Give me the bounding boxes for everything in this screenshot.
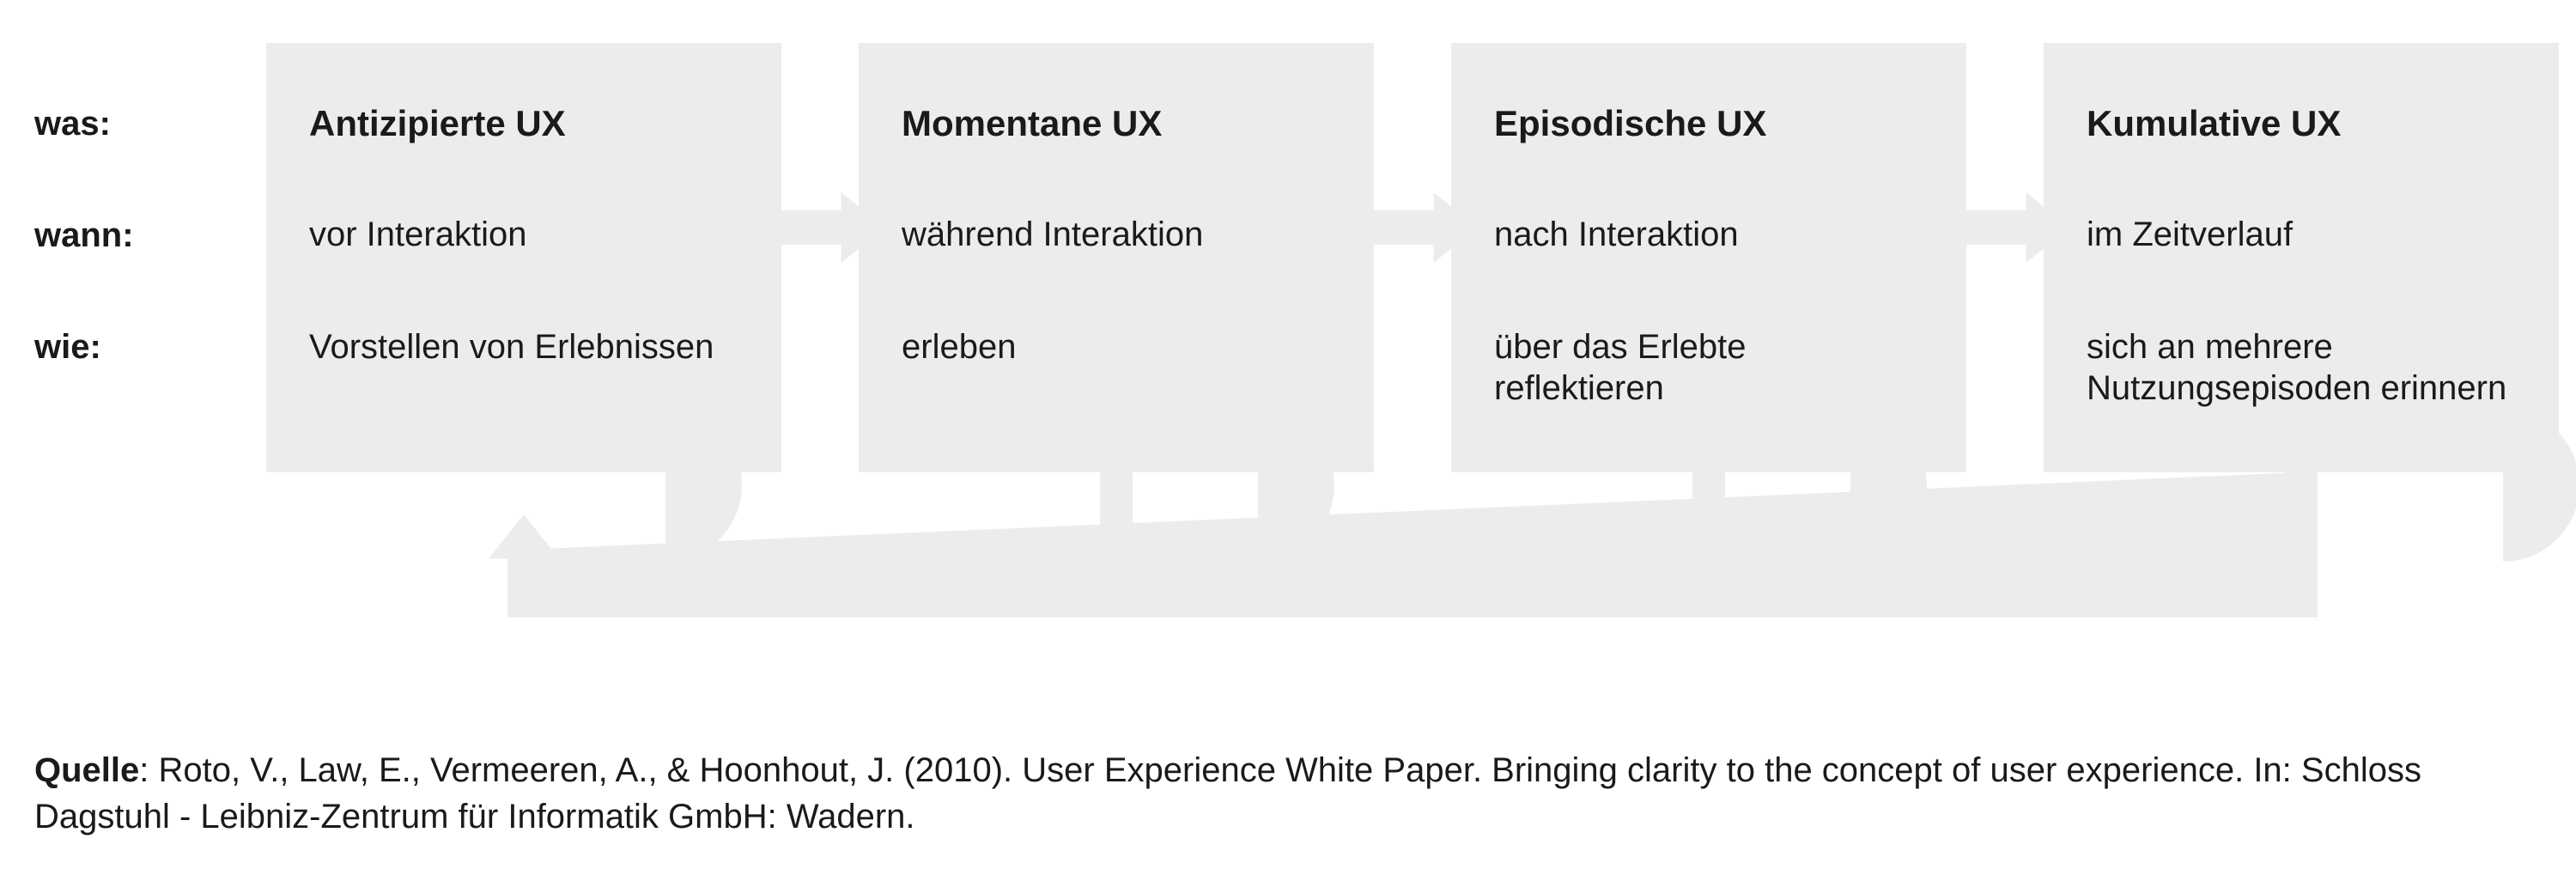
box-how: erleben [902,326,1331,368]
box-how: sich an mehrere Nutzungsepisoden erinner… [2087,326,2516,409]
source-label: Quelle [34,751,139,789]
ux-phase-box-cumulative: Kumulative UX im Zeitverlauf sich an meh… [2044,43,2559,472]
box-when: vor Interaktion [309,215,738,254]
source-text: : Roto, V., Law, E., Vermeeren, A., & Ho… [34,751,2421,836]
box-title: Episodische UX [1494,103,1923,144]
row-label-was: was: [34,103,111,144]
box-title: Momentane UX [902,103,1331,144]
ux-phase-box-momentary: Momentane UX während Interaktion erleben [859,43,1374,472]
box-how: Vorstellen von Erlebnissen [309,326,738,368]
source-citation: Quelle: Roto, V., Law, E., Vermeeren, A.… [34,747,2524,840]
feedback-arrow-icon [489,472,2301,601]
diagram-canvas: was: wann: wie: Antizipierte UX vor Inte… [0,0,2576,875]
row-label-wie: wie: [34,326,101,368]
box-when: im Zeitverlauf [2087,215,2516,254]
row-label-wann: wann: [34,215,134,256]
box-when: während Interaktion [902,215,1331,254]
box-how: über das Erlebte reflektieren [1494,326,1923,409]
box-when: nach Interaktion [1494,215,1923,254]
box-title: Antizipierte UX [309,103,738,144]
box-title: Kumulative UX [2087,103,2516,144]
ux-phase-box-anticipated: Antizipierte UX vor Interaktion Vorstell… [266,43,781,472]
ux-phase-box-episodic: Episodische UX nach Interaktion über das… [1451,43,1966,472]
